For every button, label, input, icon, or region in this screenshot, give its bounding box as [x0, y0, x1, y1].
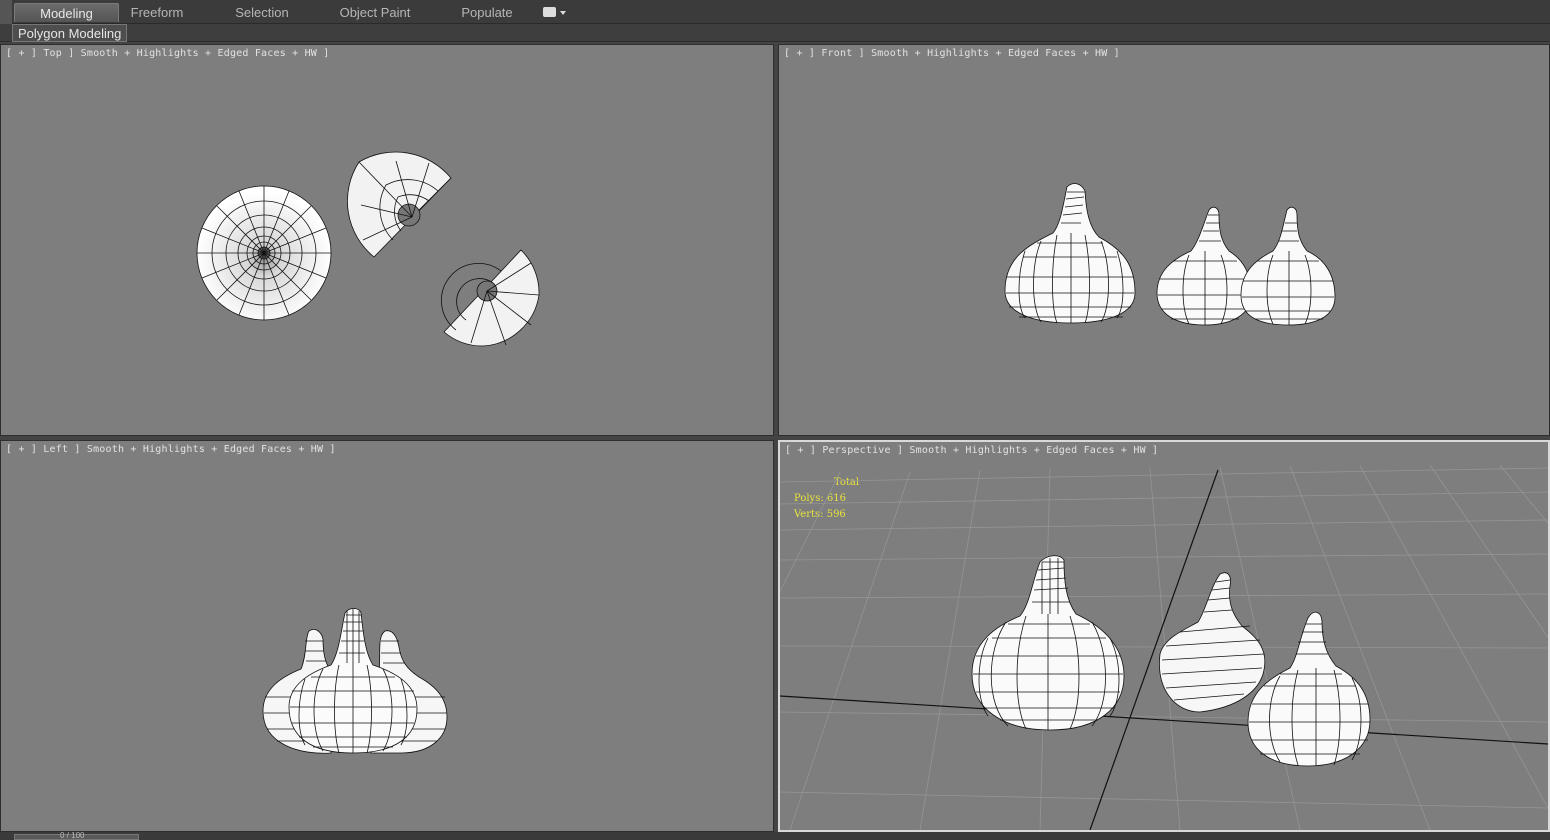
viewport-front[interactable]: [ + ] Front ] Smooth + Highlights + Edge… — [778, 44, 1550, 436]
top-view-meshes — [196, 151, 540, 347]
viewport-left[interactable]: [ + ] Left ] Smooth + Highlights + Edged… — [0, 440, 774, 832]
viewport-top[interactable]: [ + ] Top ] Smooth + Highlights + Edged … — [0, 44, 774, 436]
onion-front-small — [1240, 206, 1336, 326]
onion-left-front — [288, 608, 418, 754]
onion-persp-cut — [1159, 572, 1266, 713]
ribbon-panel-bar: Polygon Modeling — [0, 24, 1550, 42]
viewport-perspective[interactable]: [ + ] Perspective ] Smooth + Highlights … — [778, 440, 1550, 832]
perspective-scene — [780, 464, 1548, 830]
time-slider-frame: 0 / 100 — [60, 831, 85, 840]
ribbon-options-icon — [543, 7, 556, 17]
ribbon-grip[interactable] — [0, 0, 12, 24]
onion-persp-small — [1247, 611, 1371, 767]
left-view-meshes — [262, 608, 448, 754]
time-slider[interactable]: 0 / 100 — [14, 831, 139, 840]
onion-persp-large — [971, 555, 1125, 731]
tab-selection[interactable]: Selection — [223, 3, 301, 22]
polygon-modeling-panel[interactable]: Polygon Modeling — [12, 24, 128, 42]
onion-top-half-1 — [347, 151, 452, 258]
front-view-meshes — [1004, 183, 1336, 326]
onion-top-half-2 — [441, 249, 540, 347]
tab-modeling[interactable]: Modeling — [14, 3, 119, 22]
chevron-down-icon — [560, 11, 566, 15]
onion-front-mid — [1156, 206, 1252, 326]
onion-top-full — [196, 185, 332, 321]
tab-populate[interactable]: Populate — [450, 3, 524, 22]
tab-object-paint[interactable]: Object Paint — [330, 3, 420, 22]
tab-freeform[interactable]: Freeform — [119, 3, 195, 22]
ribbon-tabs-bar: Modeling Freeform Selection Object Paint… — [0, 0, 1550, 24]
time-slider-bar: 0 / 100 — [0, 831, 1550, 840]
ribbon-options-dropdown[interactable] — [543, 7, 569, 19]
onion-front-large — [1004, 183, 1136, 324]
